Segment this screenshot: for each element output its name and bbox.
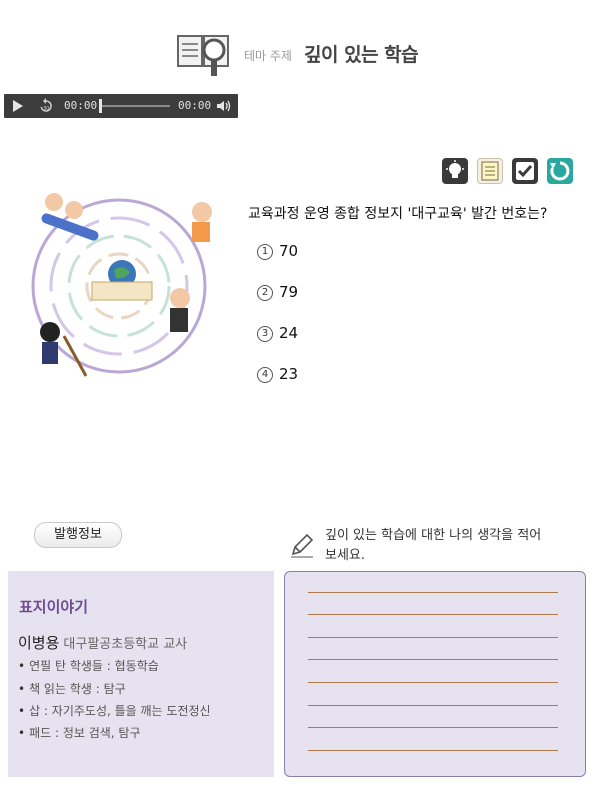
cover-story-item: • 책 읽는 학생 : 탐구 [18, 682, 126, 696]
memo-line [308, 614, 558, 615]
note-button[interactable] [477, 158, 503, 184]
pencil-icon [291, 533, 314, 558]
option-text: 70 [279, 242, 299, 260]
option-number: 2 [257, 285, 273, 301]
book-magnifier-icon [177, 35, 229, 76]
svg-text:30: 30 [43, 106, 49, 112]
option-text: 24 [279, 324, 299, 342]
cover-story-item: • 삽 : 자기주도성, 틀을 깨는 도전정신 [18, 704, 211, 718]
play-icon[interactable] [13, 100, 23, 112]
option-text: 79 [279, 283, 299, 301]
option-1[interactable]: 1 70 [257, 242, 298, 260]
memo-line [308, 705, 558, 706]
check-answer-button[interactable] [512, 158, 538, 184]
memo-line [308, 727, 558, 728]
author: 이병용 대구팔공초등학교 교사 [18, 632, 187, 653]
option-3[interactable]: 3 24 [257, 324, 298, 342]
cover-story-item: • 패드 : 정보 검색, 탐구 [18, 726, 141, 740]
lightbulb-icon [446, 160, 464, 178]
hint-button[interactable] [442, 158, 468, 184]
memo-line [308, 750, 558, 751]
memo-line [308, 659, 558, 660]
memo-textarea[interactable] [284, 571, 586, 777]
maze-illustration [31, 193, 212, 377]
memo-line [308, 592, 558, 593]
seek-bar[interactable] [100, 105, 170, 107]
volume-icon[interactable] [216, 99, 232, 113]
option-number: 4 [257, 367, 273, 383]
current-time: 00:00 [64, 99, 98, 112]
memo-line [308, 682, 558, 683]
page-title: 깊이 있는 학습 [304, 44, 419, 66]
author-name: 이병용 [18, 634, 60, 652]
option-number: 3 [257, 326, 273, 342]
rewind-icon[interactable]: 30 [38, 98, 54, 114]
audio-player: 30 00:00 00:00 [4, 94, 238, 118]
duration: 00:00 [178, 99, 212, 112]
option-number: 1 [257, 244, 273, 260]
seek-thumb[interactable] [99, 99, 102, 113]
reflection-prompt: 깊이 있는 학습에 대한 나의 생각을 적어 보세요. [325, 528, 542, 563]
reset-icon [550, 161, 570, 181]
question-text: 교육과정 운영 종합 정보지 '대구교육' 발간 번호는? [248, 206, 548, 222]
memo-line [308, 637, 558, 638]
option-4[interactable]: 4 23 [257, 365, 298, 383]
note-icon [481, 161, 499, 181]
option-2[interactable]: 2 79 [257, 283, 298, 301]
check-icon [516, 162, 534, 180]
author-affiliation: 대구팔공초등학교 교사 [63, 637, 188, 652]
cover-story-title: 표지이야기 [19, 598, 89, 616]
publication-info-button[interactable]: 발행정보 [34, 522, 122, 548]
cover-story-item: • 연필 탄 학생들 : 협동학습 [18, 659, 159, 673]
reset-button[interactable] [547, 158, 573, 184]
option-text: 23 [279, 365, 299, 383]
theme-label: 테마 주제 [244, 49, 292, 63]
